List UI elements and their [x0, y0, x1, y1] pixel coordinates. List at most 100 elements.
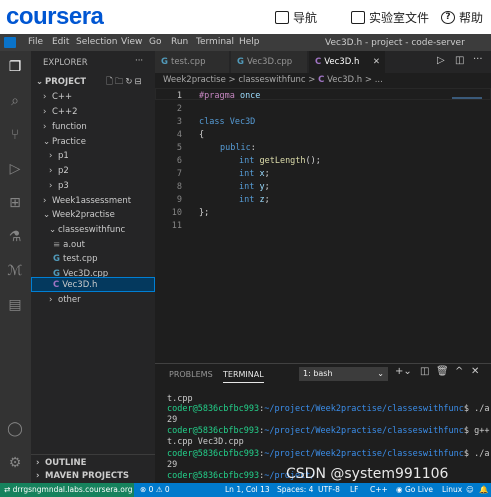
- testing-icon[interactable]: ⚗: [7, 229, 23, 245]
- tab-terminal[interactable]: TERMINAL: [223, 370, 264, 383]
- code-token: };: [199, 208, 210, 218]
- end-of-line[interactable]: LF: [350, 485, 359, 494]
- code-line[interactable]: public:: [220, 143, 256, 153]
- project-root[interactable]: ⌄ PROJECT: [36, 77, 86, 87]
- run-file-icon[interactable]: ▷: [437, 55, 445, 66]
- menu-go[interactable]: Go: [149, 37, 161, 47]
- tree-item-aout[interactable]: ≡ a.out: [53, 240, 85, 250]
- tab-vec3d-h[interactable]: C Vec3D.h ✕: [309, 51, 386, 73]
- source-control-icon[interactable]: ⑂: [7, 127, 23, 143]
- breadcrumb-ellipsis[interactable]: ...: [375, 75, 383, 85]
- menu-view[interactable]: View: [121, 37, 142, 47]
- new-terminal-icon[interactable]: +⌄: [395, 366, 412, 377]
- tree-item-p2[interactable]: › p2: [49, 166, 69, 176]
- tree-item-vec3d-h[interactable]: C Vec3D.h: [53, 280, 97, 290]
- new-file-icon[interactable]: 🗋: [106, 77, 115, 87]
- close-tab-icon[interactable]: ✕: [373, 51, 380, 73]
- extensions-icon[interactable]: ⊞: [7, 195, 23, 211]
- menu-file[interactable]: File: [28, 37, 43, 47]
- problems-indicator[interactable]: ⊗ 0 ⚠ 0: [140, 485, 170, 494]
- menu-terminal[interactable]: Terminal: [196, 37, 234, 47]
- tree-item-cpp2[interactable]: › C++2: [43, 107, 78, 117]
- account-icon[interactable]: ◯: [7, 421, 23, 437]
- tab-label: Vec3D.h: [324, 57, 360, 67]
- code-line[interactable]: int getLength();: [239, 156, 321, 166]
- minimap[interactable]: [452, 97, 482, 99]
- collapse-all-icon[interactable]: ⊟: [134, 77, 143, 87]
- tree-item-week1assessment[interactable]: › Week1assessment: [43, 196, 131, 206]
- notifications-bell-icon[interactable]: 🔔: [479, 485, 488, 494]
- new-folder-icon[interactable]: 🗀: [115, 77, 126, 87]
- navigation-icon: [275, 11, 289, 24]
- more-actions-icon[interactable]: ···: [135, 56, 143, 66]
- more-actions-icon[interactable]: ···: [473, 54, 483, 65]
- code-line[interactable]: class Vec3D: [199, 117, 255, 127]
- tree-item-practice[interactable]: ⌄ Practice: [43, 137, 86, 147]
- remote-host: drrgsngmndal.labs.coursera.org: [12, 485, 133, 494]
- maven-section[interactable]: › MAVEN PROJECTS: [36, 471, 129, 481]
- coursera-header: coursera 导航 实验室文件 ? 帮助: [0, 0, 491, 34]
- code-line[interactable]: int z;: [239, 195, 270, 205]
- code-line[interactable]: int y;: [239, 182, 270, 192]
- tree-item-cpp[interactable]: › C++: [43, 92, 72, 102]
- split-terminal-icon[interactable]: ◫: [420, 366, 429, 377]
- encoding[interactable]: UTF-8: [318, 485, 340, 494]
- nav-navigation[interactable]: 导航: [275, 9, 317, 26]
- maximize-panel-icon[interactable]: ^: [455, 366, 463, 377]
- explorer-icon[interactable]: ❐: [7, 59, 23, 75]
- terminal-line: coder@5836cbfbc993:~/project/Week2practi…: [167, 404, 491, 414]
- go-live-button[interactable]: ◉ Go Live: [396, 485, 433, 494]
- code-line[interactable]: };: [199, 208, 209, 218]
- terminal-text: 29: [167, 415, 178, 425]
- terminal-select[interactable]: 1: bash ⌄: [299, 367, 388, 381]
- code-line[interactable]: int x;: [239, 169, 270, 179]
- terminal-line: t.cpp Vec3D.cpp: [167, 437, 244, 447]
- identifier-token: x: [254, 169, 265, 179]
- language-mode[interactable]: C++: [370, 485, 388, 494]
- run-debug-icon[interactable]: ▷: [7, 161, 23, 177]
- tab-vec3d-cpp[interactable]: G Vec3D.cpp: [231, 51, 308, 73]
- tree-item-p1[interactable]: › p1: [49, 151, 69, 161]
- menu-run[interactable]: Run: [171, 37, 188, 47]
- breadcrumb-folder[interactable]: Week2practise: [163, 75, 226, 85]
- menu-help[interactable]: Help: [239, 37, 260, 47]
- tree-item-test-cpp[interactable]: Gtest.cpp: [53, 254, 97, 264]
- code-line[interactable]: {: [199, 130, 204, 140]
- outline-section[interactable]: › OUTLINE: [36, 458, 86, 468]
- menu-selection[interactable]: Selection: [76, 37, 117, 47]
- coursera-logo[interactable]: coursera: [6, 3, 104, 31]
- tree-item-p3[interactable]: › p3: [49, 181, 69, 191]
- code-token: once: [234, 91, 261, 101]
- trash-icon[interactable]: 🗑: [436, 366, 449, 377]
- code-line[interactable]: #pragma once: [199, 91, 260, 101]
- feedback-icon[interactable]: ☺: [466, 485, 474, 494]
- tree-item-other[interactable]: › other: [49, 295, 81, 305]
- breadcrumb-separator: >: [308, 75, 316, 85]
- breadcrumb-folder[interactable]: classeswithfunc: [238, 75, 305, 85]
- tree-item-week2practise[interactable]: ⌄ Week2practise: [43, 210, 115, 220]
- settings-gear-icon[interactable]: ⚙: [7, 455, 23, 471]
- tree-item-function[interactable]: › function: [43, 122, 87, 132]
- nav-lab-files[interactable]: 实验室文件: [351, 9, 429, 26]
- indentation[interactable]: Spaces: 4: [277, 485, 313, 494]
- cursor-position[interactable]: Ln 1, Col 13: [225, 485, 270, 494]
- nav-help[interactable]: ? 帮助: [441, 9, 483, 26]
- breadcrumb-file[interactable]: Vec3D.h: [327, 75, 362, 85]
- terminal-user: coder@5836cbfbc993: [167, 471, 260, 481]
- close-panel-icon[interactable]: ✕: [471, 366, 479, 377]
- os-indicator[interactable]: Linux: [442, 485, 462, 494]
- search-icon[interactable]: ⌕: [7, 93, 23, 109]
- divider: [31, 454, 155, 455]
- split-editor-icon[interactable]: ◫: [455, 55, 464, 66]
- terminal-line: t.cpp: [167, 394, 193, 404]
- menu-edit[interactable]: Edit: [52, 37, 69, 47]
- tab-problems[interactable]: PROBLEMS: [169, 370, 213, 379]
- tab-test-cpp[interactable]: Gtest.cpp: [155, 51, 230, 73]
- editor-tab-bar: Gtest.cpp G Vec3D.cpp C Vec3D.h ✕ ▷ ◫ ···: [155, 51, 491, 73]
- explorer-header: EXPLORER: [43, 58, 88, 68]
- panel-icon[interactable]: ▤: [7, 297, 23, 313]
- maven-icon[interactable]: ℳ: [7, 263, 23, 279]
- tree-item-classeswithfunc[interactable]: ⌄ classeswithfunc: [49, 225, 125, 235]
- remote-indicator[interactable]: ⇄ drrgsngmndal.labs.coursera.org: [0, 483, 134, 497]
- c-header-file-icon: C: [53, 280, 60, 290]
